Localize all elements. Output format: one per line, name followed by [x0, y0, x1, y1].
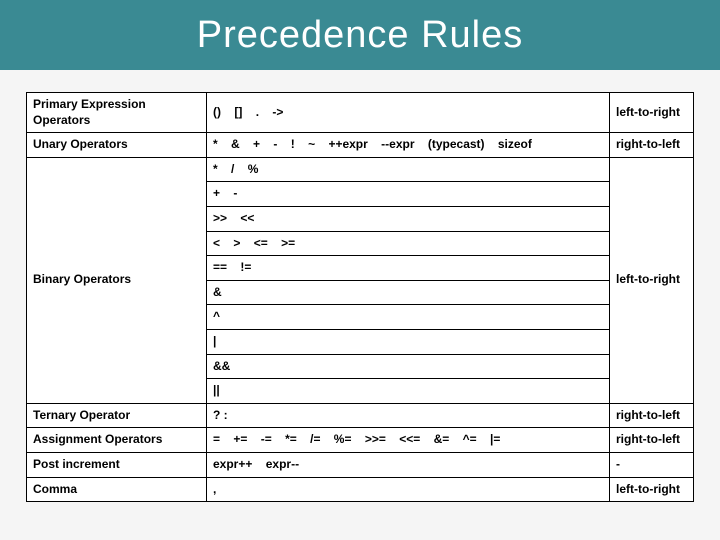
assoc-cell: right-to-left [610, 403, 694, 428]
page-title: Precedence Rules [197, 14, 524, 57]
op: /= [310, 432, 320, 448]
ops-cell: | [207, 329, 610, 354]
title-bar: Precedence Rules [0, 0, 720, 70]
category-cell: Unary Operators [27, 133, 207, 158]
ops-cell: = += -= *= /= %= >>= <<= &= ^= |= [207, 428, 610, 453]
ops-cell: + - [207, 182, 610, 207]
op: ~ [308, 137, 315, 153]
op: < [213, 236, 220, 252]
op: -= [261, 432, 272, 448]
assoc-cell: left-to-right [610, 477, 694, 502]
ops-cell: < > <= >= [207, 231, 610, 256]
precedence-table: Primary Expression Operators () [] . -> … [26, 92, 694, 502]
assoc-cell: right-to-left [610, 428, 694, 453]
op: / [231, 162, 234, 178]
ops-cell: expr++ expr-- [207, 452, 610, 477]
ops-cell: * & + - ! ~ ++expr --expr (typecast) siz… [207, 133, 610, 158]
op: == [213, 260, 227, 276]
op: expr++ [213, 457, 252, 473]
ops-cell: >> << [207, 206, 610, 231]
op: > [233, 236, 240, 252]
assoc-cell: left-to-right [610, 93, 694, 133]
op: <= [254, 236, 268, 252]
category-cell: Comma [27, 477, 207, 502]
op: << [240, 211, 254, 227]
op: *= [285, 432, 297, 448]
op: |= [490, 432, 500, 448]
table-row: Ternary Operator ? : right-to-left [27, 403, 694, 428]
category-cell: Assignment Operators [27, 428, 207, 453]
category-cell: Binary Operators [27, 157, 207, 403]
op: &= [434, 432, 450, 448]
category-cell: Primary Expression Operators [27, 93, 207, 133]
op: >> [213, 211, 227, 227]
table-row: Comma , left-to-right [27, 477, 694, 502]
op: ! [291, 137, 295, 153]
op: . [256, 105, 259, 121]
op: && [213, 359, 230, 375]
table-row: Assignment Operators = += -= *= /= %= >>… [27, 428, 694, 453]
op: %= [334, 432, 352, 448]
ops-cell: , [207, 477, 610, 502]
op: >>= [365, 432, 386, 448]
op: + [213, 186, 220, 202]
op: * [213, 162, 218, 178]
table-row: Post increment expr++ expr-- - [27, 452, 694, 477]
op: [] [234, 105, 242, 121]
op: sizeof [498, 137, 532, 153]
assoc-cell: - [610, 452, 694, 477]
op: >= [281, 236, 295, 252]
op: || [213, 383, 220, 399]
table-container: Primary Expression Operators () [] . -> … [0, 70, 720, 512]
op: --expr [381, 137, 414, 153]
op: & [213, 285, 222, 301]
op: -> [272, 105, 283, 121]
ops-cell: && [207, 354, 610, 379]
assoc-cell: right-to-left [610, 133, 694, 158]
table-row: Unary Operators * & + - ! ~ ++expr --exp… [27, 133, 694, 158]
op: () [213, 105, 221, 121]
ops-cell: ^ [207, 305, 610, 330]
op: != [240, 260, 251, 276]
op: , [213, 482, 216, 498]
op: | [213, 334, 216, 350]
op: - [233, 186, 237, 202]
ops-cell: * / % [207, 157, 610, 182]
op: ? : [213, 408, 228, 424]
op: & [231, 137, 240, 153]
assoc-cell: left-to-right [610, 157, 694, 403]
op: * [213, 137, 218, 153]
ops-cell: & [207, 280, 610, 305]
category-cell: Post increment [27, 452, 207, 477]
op: ++expr [328, 137, 367, 153]
op: ^= [463, 432, 477, 448]
ops-cell: () [] . -> [207, 93, 610, 133]
op: - [273, 137, 277, 153]
op: = [213, 432, 220, 448]
category-cell: Ternary Operator [27, 403, 207, 428]
op: + [253, 137, 260, 153]
op: expr-- [266, 457, 299, 473]
table-row: Primary Expression Operators () [] . -> … [27, 93, 694, 133]
op: % [248, 162, 259, 178]
ops-cell: ? : [207, 403, 610, 428]
op: <<= [399, 432, 420, 448]
op: ^ [213, 309, 220, 325]
ops-cell: == != [207, 256, 610, 281]
op: (typecast) [428, 137, 485, 153]
ops-cell: || [207, 379, 610, 404]
op: += [233, 432, 247, 448]
table-row: Binary Operators * / % left-to-right [27, 157, 694, 182]
